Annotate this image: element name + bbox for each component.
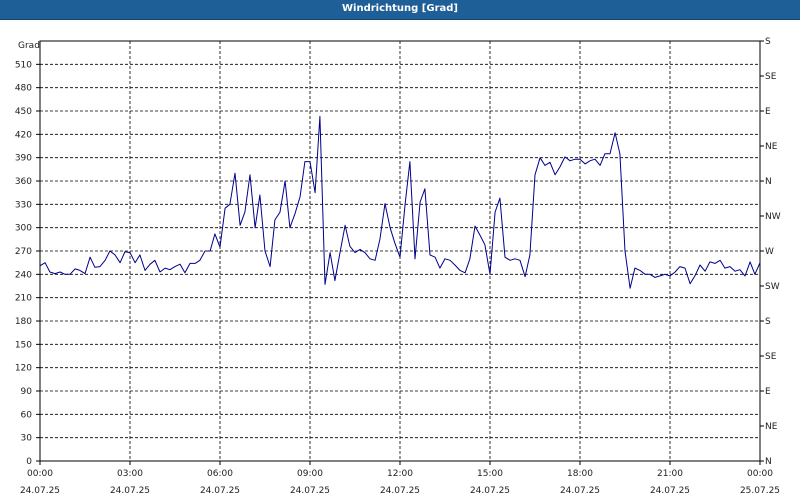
y-tick-label: 60 (21, 410, 33, 420)
x-tick-date-label: 24.07.25 (200, 486, 240, 496)
y-tick-label: 180 (15, 317, 32, 327)
y-tick-label: 390 (15, 154, 32, 164)
y2-tick-label: N (765, 177, 772, 187)
chart-area: 0 30 60 90 120 150 180 210 240 270 300 330 360 390 420… (0, 20, 800, 500)
y-tick-label: 330 (15, 200, 32, 210)
y-tick-label: 360 (15, 177, 32, 187)
x-tick-date-label: 24.07.25 (290, 486, 330, 496)
y-tick-label: 120 (15, 364, 32, 374)
y-tick-label: 0 (26, 457, 32, 467)
y2-tick-label: SE (765, 72, 777, 82)
y2-axis-ticks: N NE E SE S SW W NW N NE E SE S (760, 37, 781, 467)
x-tick-date-label: 24.07.25 (20, 486, 60, 496)
y2-tick-label: NE (765, 142, 778, 152)
y-tick-label: 270 (15, 247, 32, 257)
y-axis-ticks: 0 30 60 90 120 150 180 210 240 270 300 330 360 390 420… (15, 60, 40, 467)
y-tick-label: 210 (15, 294, 32, 304)
x-axis-ticks: 00:00 24.07.25 03:00 24.07.25 06:00 24.07.25 0… (20, 461, 780, 496)
x-tick-time-label: 21:00 (657, 469, 683, 479)
x-tick-date-label: 24.07.25 (560, 486, 600, 496)
y-tick-label: 90 (21, 387, 33, 397)
x-tick-time-label: 06:00 (207, 469, 233, 479)
y2-tick-label: N (765, 457, 772, 467)
wind-direction-chart: 0 30 60 90 120 150 180 210 240 270 300 330 360 390 420… (15, 37, 781, 496)
x-tick-date-label: 24.07.25 (380, 486, 420, 496)
y2-tick-label: S (765, 317, 771, 327)
y2-tick-label: SW (765, 282, 780, 292)
x-tick-time-label: 09:00 (297, 469, 323, 479)
y2-tick-label: NE (765, 422, 778, 432)
y2-tick-label: SE (765, 352, 777, 362)
x-tick-time-label: 00:00 (747, 469, 773, 479)
y2-tick-label: S (765, 37, 771, 47)
x-tick-time-label: 18:00 (567, 469, 593, 479)
y-tick-label: 300 (15, 224, 32, 234)
y-tick-label: 510 (15, 60, 32, 70)
x-tick-time-label: 00:00 (27, 469, 53, 479)
y-tick-label: 150 (15, 340, 32, 350)
window-title: Windrichtung [Grad] (342, 3, 458, 14)
x-tick-date-label: 25.07.25 (740, 486, 780, 496)
y2-tick-label: E (765, 107, 771, 117)
y-tick-label: 450 (15, 107, 32, 117)
y-tick-label: 30 (21, 434, 33, 444)
y-tick-label: 480 (15, 84, 32, 94)
x-tick-date-label: 24.07.25 (110, 486, 150, 496)
y-axis-unit-label: Grad (18, 41, 40, 51)
x-tick-date-label: 24.07.25 (650, 486, 690, 496)
y2-tick-label: W (765, 247, 774, 257)
window-titlebar: Windrichtung [Grad] (0, 0, 800, 20)
x-tick-time-label: 03:00 (117, 469, 143, 479)
y2-tick-label: NW (765, 212, 781, 222)
x-tick-time-label: 15:00 (477, 469, 503, 479)
x-tick-date-label: 24.07.25 (470, 486, 510, 496)
x-tick-time-label: 12:00 (387, 469, 413, 479)
y2-tick-label: E (765, 387, 771, 397)
y-tick-label: 420 (15, 130, 32, 140)
y-tick-label: 240 (15, 270, 32, 280)
